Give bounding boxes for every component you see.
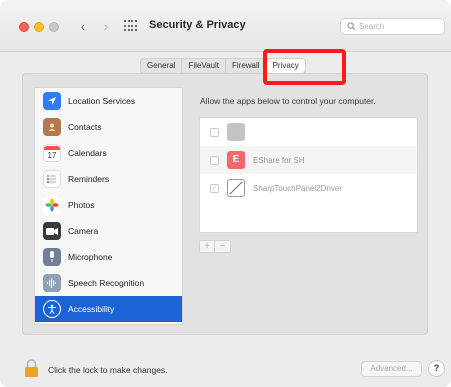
accessibility-instruction: Allow the apps below to control your com…: [200, 96, 376, 106]
sidebar-item-label: Reminders: [68, 174, 110, 184]
sidebar-item-label: Camera: [68, 226, 99, 236]
app-list-item[interactable]: E EShare for SH: [200, 146, 417, 174]
sharptouch-app-icon: [227, 179, 245, 197]
sidebar-item-reminders[interactable]: Reminders: [35, 166, 182, 192]
calendar-day-number: 17: [47, 150, 57, 160]
search-icon: [347, 22, 356, 31]
sidebar-item-label: Speech Recognition: [68, 278, 145, 288]
app-checkbox-checked[interactable]: ✓: [210, 183, 219, 193]
forward-button[interactable]: ›: [97, 16, 115, 36]
sidebar-item-accessibility[interactable]: Accessibility: [35, 296, 182, 322]
add-remove-control: + −: [199, 240, 231, 253]
sidebar-item-label: Photos: [68, 200, 95, 210]
speech-waveform-icon: [43, 274, 61, 292]
app-name: SharpTouchPanel2Driver: [253, 183, 342, 193]
sidebar-item-location-services[interactable]: Location Services: [35, 88, 182, 114]
remove-app-button[interactable]: −: [215, 241, 230, 252]
sidebar-item-camera[interactable]: Camera: [35, 218, 182, 244]
help-button[interactable]: ?: [428, 360, 445, 377]
show-all-grid-icon[interactable]: [124, 20, 137, 32]
security-privacy-window: ‹ › Security & Privacy Search General Fi…: [0, 0, 451, 387]
app-list-item[interactable]: [200, 118, 417, 146]
minimize-window-button[interactable]: [34, 22, 44, 32]
window-title: Security & Privacy: [149, 19, 246, 31]
tab-general[interactable]: General: [141, 59, 183, 73]
app-name: EShare for SH: [253, 155, 305, 165]
sidebar-item-label: Accessibility: [68, 304, 115, 314]
tab-firewall[interactable]: Firewall: [226, 59, 267, 73]
calendar-icon: 17: [43, 144, 61, 162]
zoom-window-button[interactable]: [49, 22, 59, 32]
tab-filevault[interactable]: FileVault: [182, 59, 226, 73]
camera-icon: [43, 222, 61, 240]
lock-message: Click the lock to make changes.: [48, 365, 168, 375]
privacy-category-list: Location Services Contacts 17 Calendars: [34, 87, 183, 325]
advanced-button[interactable]: Advanced...: [361, 361, 422, 377]
location-arrow-icon: [43, 92, 61, 110]
sidebar-item-speech-recognition[interactable]: Speech Recognition: [35, 270, 182, 296]
search-field[interactable]: Search: [340, 18, 445, 35]
eshare-app-icon: E: [227, 151, 245, 169]
sidebar-item-microphone[interactable]: Microphone: [35, 244, 182, 270]
sidebar-item-contacts[interactable]: Contacts: [35, 114, 182, 140]
photos-icon: [43, 196, 61, 214]
blurred-app-icon: [227, 123, 245, 141]
reminders-icon: [43, 170, 61, 188]
sidebar-item-calendars[interactable]: 17 Calendars: [35, 140, 182, 166]
app-checkbox[interactable]: [210, 127, 219, 137]
sidebar-item-label: Contacts: [68, 122, 102, 132]
app-list-item[interactable]: ✓ SharpTouchPanel2Driver: [200, 174, 417, 202]
sidebar-item-label: Calendars: [68, 148, 107, 158]
add-app-button[interactable]: +: [200, 241, 215, 252]
app-checkbox[interactable]: [210, 155, 219, 165]
sidebar-item-label: Location Services: [68, 96, 136, 106]
sidebar-item-label: Microphone: [68, 252, 113, 262]
accessibility-icon: [43, 300, 61, 318]
microphone-icon: [43, 248, 61, 266]
contacts-icon: [43, 118, 61, 136]
accessibility-app-list: E EShare for SH ✓ SharpTouchPanel2Driver: [199, 117, 418, 233]
sidebar-item-photos[interactable]: Photos: [35, 192, 182, 218]
title-bar: ‹ › Security & Privacy Search: [0, 0, 451, 52]
privacy-tab-highlight-box: [263, 49, 346, 85]
close-window-button[interactable]: [19, 22, 29, 32]
back-button[interactable]: ‹: [74, 16, 92, 36]
search-placeholder: Search: [359, 22, 385, 31]
lock-icon[interactable]: [24, 359, 39, 378]
